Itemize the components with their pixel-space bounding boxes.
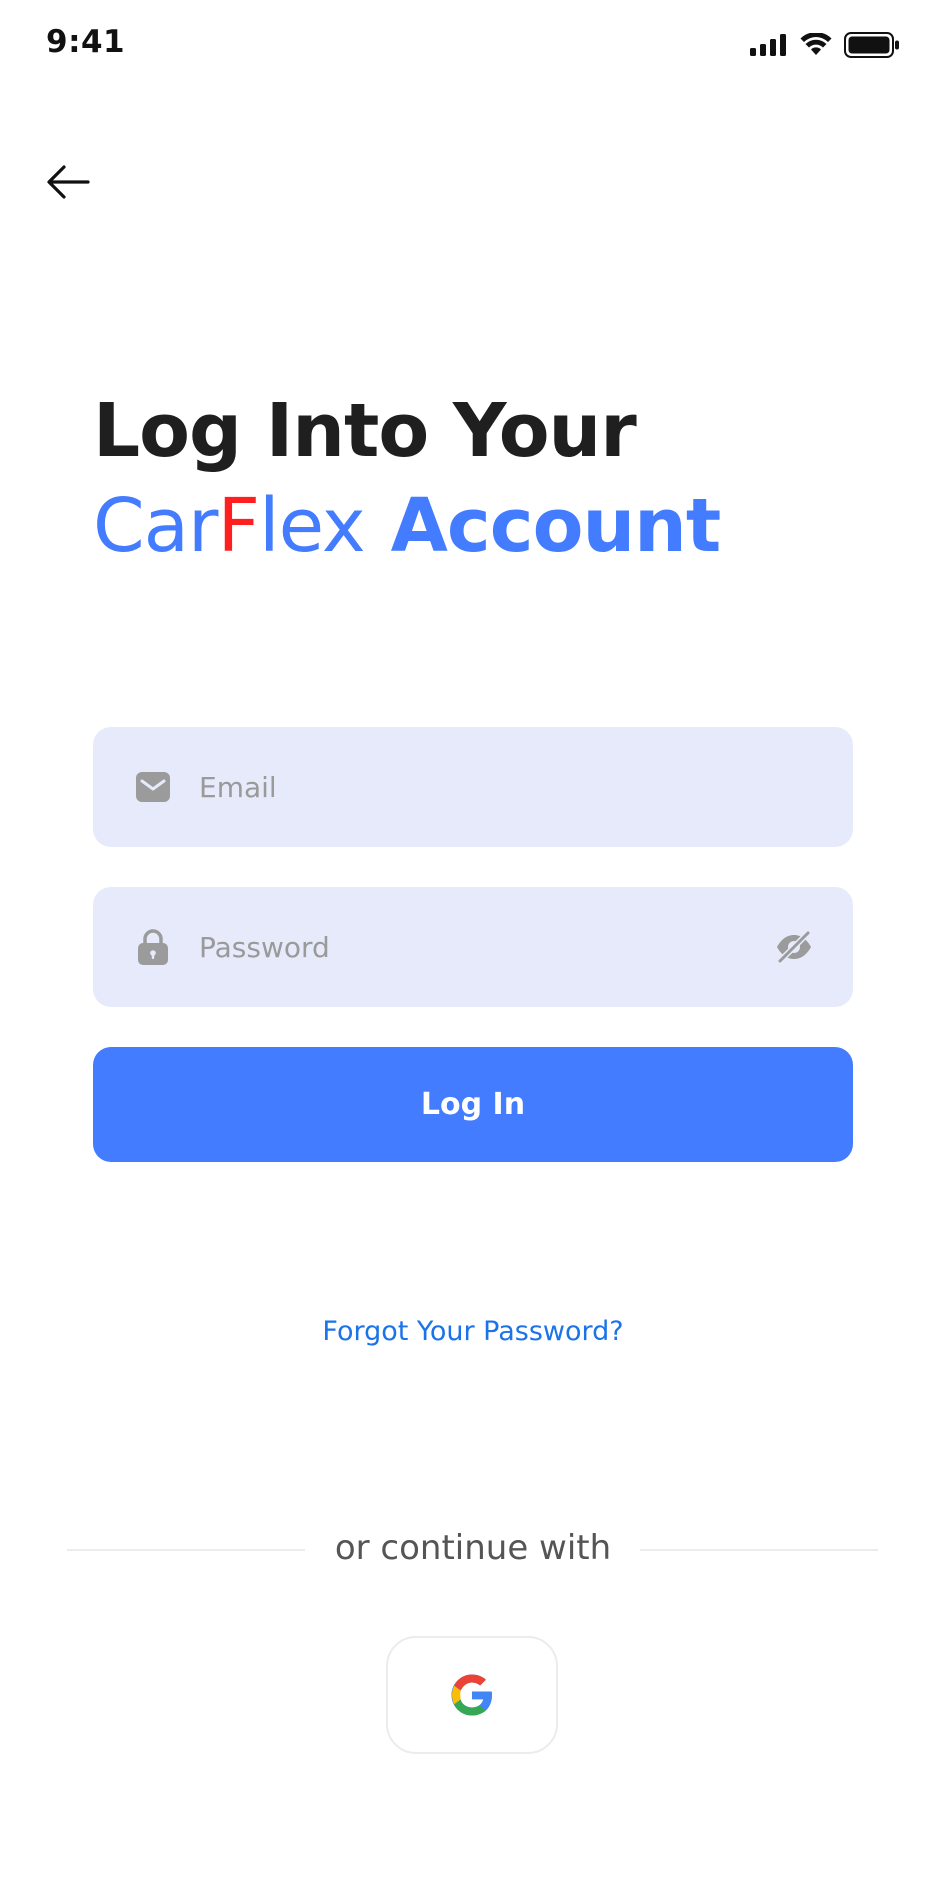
- lock-icon: [135, 929, 171, 965]
- forgot-password-link[interactable]: Forgot Your Password?: [0, 1316, 946, 1347]
- google-icon: [451, 1674, 492, 1716]
- battery-icon: [844, 32, 899, 58]
- divider-text: or continue with: [334, 1528, 612, 1568]
- status-icons: [750, 30, 900, 60]
- back-button[interactable]: [46, 160, 100, 204]
- page-title-account: Account: [390, 483, 722, 569]
- divider-right: [640, 1549, 878, 1551]
- brand-name-f: F: [217, 483, 260, 569]
- email-input[interactable]: [197, 769, 741, 805]
- password-field[interactable]: [93, 887, 853, 1007]
- brand-name-car: Car: [93, 483, 218, 569]
- page-title-line1: Log Into Your: [93, 388, 637, 474]
- wifi-icon: [800, 33, 832, 55]
- brand-name-lex: lex: [259, 483, 366, 569]
- arrow-left-icon: [47, 165, 90, 199]
- eye-off-icon[interactable]: [775, 929, 813, 965]
- status-time: 9:41: [46, 24, 126, 60]
- email-field[interactable]: [93, 727, 853, 847]
- page-title-line2: Car Flex Account: [93, 483, 722, 569]
- google-login-button[interactable]: [386, 1636, 558, 1754]
- password-input[interactable]: [197, 929, 741, 965]
- login-button[interactable]: Log In: [93, 1047, 853, 1162]
- signal-icon: [750, 34, 786, 56]
- mail-icon: [135, 769, 171, 805]
